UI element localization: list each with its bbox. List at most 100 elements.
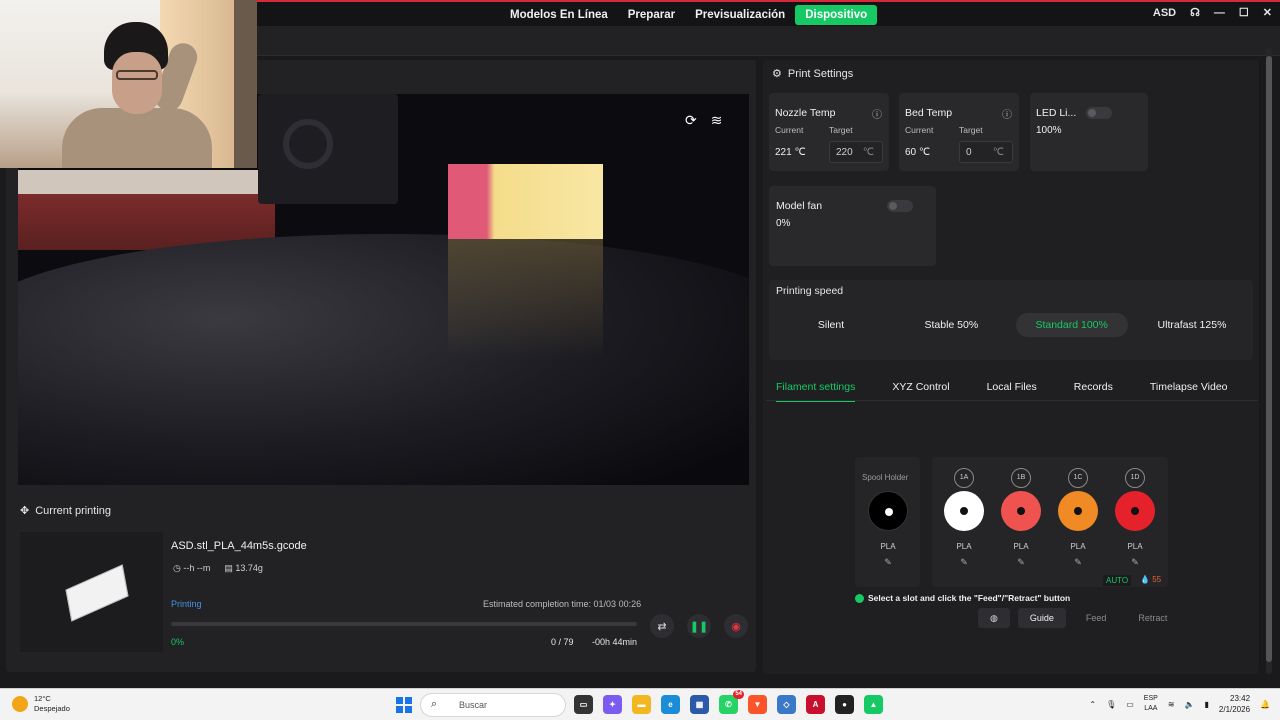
edit-icon[interactable]: ✎ xyxy=(868,557,908,568)
filament-hint: Select a slot and click the "Feed"/"Retr… xyxy=(855,593,1070,603)
edit-icon[interactable]: ✎ xyxy=(1058,557,1098,568)
person-face xyxy=(112,52,162,114)
taskbar-search[interactable]: ⌕ Buscar xyxy=(420,693,566,717)
guide-button[interactable]: Guide xyxy=(1017,608,1066,628)
skip-icon: ⇄ xyxy=(657,620,667,633)
edge-icon[interactable]: e xyxy=(661,695,680,714)
stop-icon: ◉ xyxy=(731,620,741,633)
whatsapp-badge: 54 xyxy=(733,690,744,699)
minimize-icon[interactable]: — xyxy=(1214,7,1225,19)
volume-icon[interactable]: 🔈 xyxy=(1185,700,1195,709)
retract-button[interactable]: Retract xyxy=(1126,608,1179,628)
nozzle-current-value: 221 ℃ xyxy=(775,147,806,158)
user-name[interactable]: ASD xyxy=(1153,7,1176,19)
speed-stable[interactable]: Stable 50% xyxy=(895,313,1007,337)
printing-speed-options: Silent Stable 50% Standard 100% Ultrafas… xyxy=(775,313,1248,337)
skip-objects-button[interactable]: ⇄ xyxy=(650,614,674,638)
model-fan-value: 0% xyxy=(776,218,791,229)
nozzle-target-value: 220 xyxy=(836,147,853,158)
brave-icon[interactable]: ▼ xyxy=(748,695,767,714)
stop-button[interactable]: ◉ xyxy=(724,614,748,638)
nozzle-temp-label: Nozzle Temp xyxy=(775,107,836,119)
tab-local-files[interactable]: Local Files xyxy=(987,381,1037,402)
pause-button[interactable]: ❚❚ xyxy=(687,614,711,638)
nozzle-target-input[interactable]: 220 ℃ xyxy=(829,141,883,163)
current-printing-header: ✥ Current printing xyxy=(20,504,112,518)
tab-timelapse-video[interactable]: Timelapse Video xyxy=(1150,381,1228,402)
tab-filament-settings[interactable]: Filament settings xyxy=(776,381,856,402)
slot-1b-disc[interactable] xyxy=(1001,491,1041,531)
slot-1d-disc[interactable] xyxy=(1115,491,1155,531)
nav-modelos-en-linea[interactable]: Modelos En Línea xyxy=(500,5,618,25)
person-body xyxy=(62,108,212,168)
spool-holder-disc[interactable] xyxy=(868,491,908,531)
tab-xyz-control[interactable]: XYZ Control xyxy=(892,381,949,402)
nav-preparar[interactable]: Preparar xyxy=(618,5,685,25)
weather-widget[interactable]: 12°C Despejado xyxy=(12,694,70,714)
slot-1a-disc[interactable] xyxy=(944,491,984,531)
maximize-icon[interactable]: ☐ xyxy=(1239,6,1249,19)
nozzle-target-unit: ℃ xyxy=(862,147,874,158)
weather-condition: Despejado xyxy=(34,704,70,713)
support-icon[interactable]: ☊ xyxy=(1190,6,1200,19)
auto-badge[interactable]: AUTO xyxy=(1103,575,1132,586)
model-fan-toggle[interactable] xyxy=(887,200,913,212)
tab-records[interactable]: Records xyxy=(1074,381,1113,402)
led-toggle[interactable] xyxy=(1086,107,1112,119)
taskbar-apps: ▭ ✦ ▬ e ▦ ✆ 54 ▼ ◇ A ● ▲ xyxy=(574,690,883,714)
speed-standard[interactable]: Standard 100% xyxy=(1015,313,1128,337)
device-tabs: Filament settings XYZ Control Local File… xyxy=(776,381,1265,402)
speed-silent[interactable]: Silent xyxy=(775,313,887,337)
nozzle-current-label: Current xyxy=(775,125,804,135)
current-printing-card xyxy=(14,530,756,652)
webcam-door xyxy=(234,0,257,168)
print-meta: ◷ --h --m ▤ 13.74g xyxy=(173,563,263,574)
battery-icon[interactable]: ▮ xyxy=(1204,700,1208,709)
language-indicator[interactable]: ESP LAA xyxy=(1144,694,1158,714)
filament-buttons: ◍ Guide Feed Retract xyxy=(978,608,1179,628)
scrollbar[interactable] xyxy=(1266,48,1272,674)
wifi-icon[interactable]: ≋ xyxy=(1168,700,1175,709)
acrobat-icon[interactable]: A xyxy=(806,695,825,714)
orca-slicer-icon[interactable]: ▲ xyxy=(864,695,883,714)
display-icon[interactable]: ▭ xyxy=(1126,700,1134,709)
info-icon[interactable]: ⓘ xyxy=(1002,106,1012,121)
edit-icon[interactable]: ✎ xyxy=(1001,557,1041,568)
copilot-icon[interactable]: ✦ xyxy=(603,695,622,714)
refresh-icon[interactable]: ⟳ xyxy=(685,112,697,129)
bed-target-input[interactable]: 0 ℃ xyxy=(959,141,1013,163)
windows-start-icon[interactable] xyxy=(396,697,412,713)
lang-bottom: LAA xyxy=(1144,705,1158,712)
microphone-icon[interactable]: 🎙 xyxy=(1106,700,1116,709)
status-dot xyxy=(855,593,864,603)
notification-icon[interactable]: 🔔 xyxy=(1260,700,1270,709)
humidity-value: 55 xyxy=(1152,575,1162,584)
store-icon[interactable]: ▦ xyxy=(690,695,709,714)
light-reflection xyxy=(448,239,603,359)
lang-top: ESP xyxy=(1143,695,1158,702)
task-view-icon[interactable]: ▭ xyxy=(574,695,593,714)
whatsapp-icon[interactable]: ✆ 54 xyxy=(719,690,744,714)
file-explorer-icon[interactable]: ▬ xyxy=(632,695,651,714)
model-fan-card: Model fan 0% xyxy=(769,186,936,266)
speed-ultrafast[interactable]: Ultrafast 125% xyxy=(1136,313,1248,337)
slot-1c-disc[interactable] xyxy=(1058,491,1098,531)
info-icon[interactable]: ⓘ xyxy=(872,106,882,121)
current-printing-title: Current printing xyxy=(35,504,112,517)
chevron-up-icon[interactable]: ⌃ xyxy=(1089,700,1096,709)
printing-speed-title: Printing speed xyxy=(776,285,844,297)
edit-icon[interactable]: ✎ xyxy=(944,557,984,568)
gcode-filename: ASD.stl_PLA_44m5s.gcode xyxy=(171,540,307,552)
globe-icon[interactable]: ◍ xyxy=(978,608,1010,628)
feed-button[interactable]: Feed xyxy=(1074,608,1119,628)
scrollbar-thumb[interactable] xyxy=(1266,56,1272,662)
obs-icon[interactable]: ● xyxy=(835,695,854,714)
nav-dispositivo[interactable]: Dispositivo xyxy=(795,5,878,25)
wifi-icon[interactable]: ≋ xyxy=(711,112,723,129)
vscode-icon[interactable]: ◇ xyxy=(777,695,796,714)
edit-icon[interactable]: ✎ xyxy=(1115,557,1155,568)
clock[interactable]: 23:42 2/1/2026 xyxy=(1219,693,1250,715)
nav-previsualizacion[interactable]: Previsualización xyxy=(685,5,795,25)
webcam-person xyxy=(62,22,212,168)
close-icon[interactable]: ✕ xyxy=(1263,6,1272,19)
